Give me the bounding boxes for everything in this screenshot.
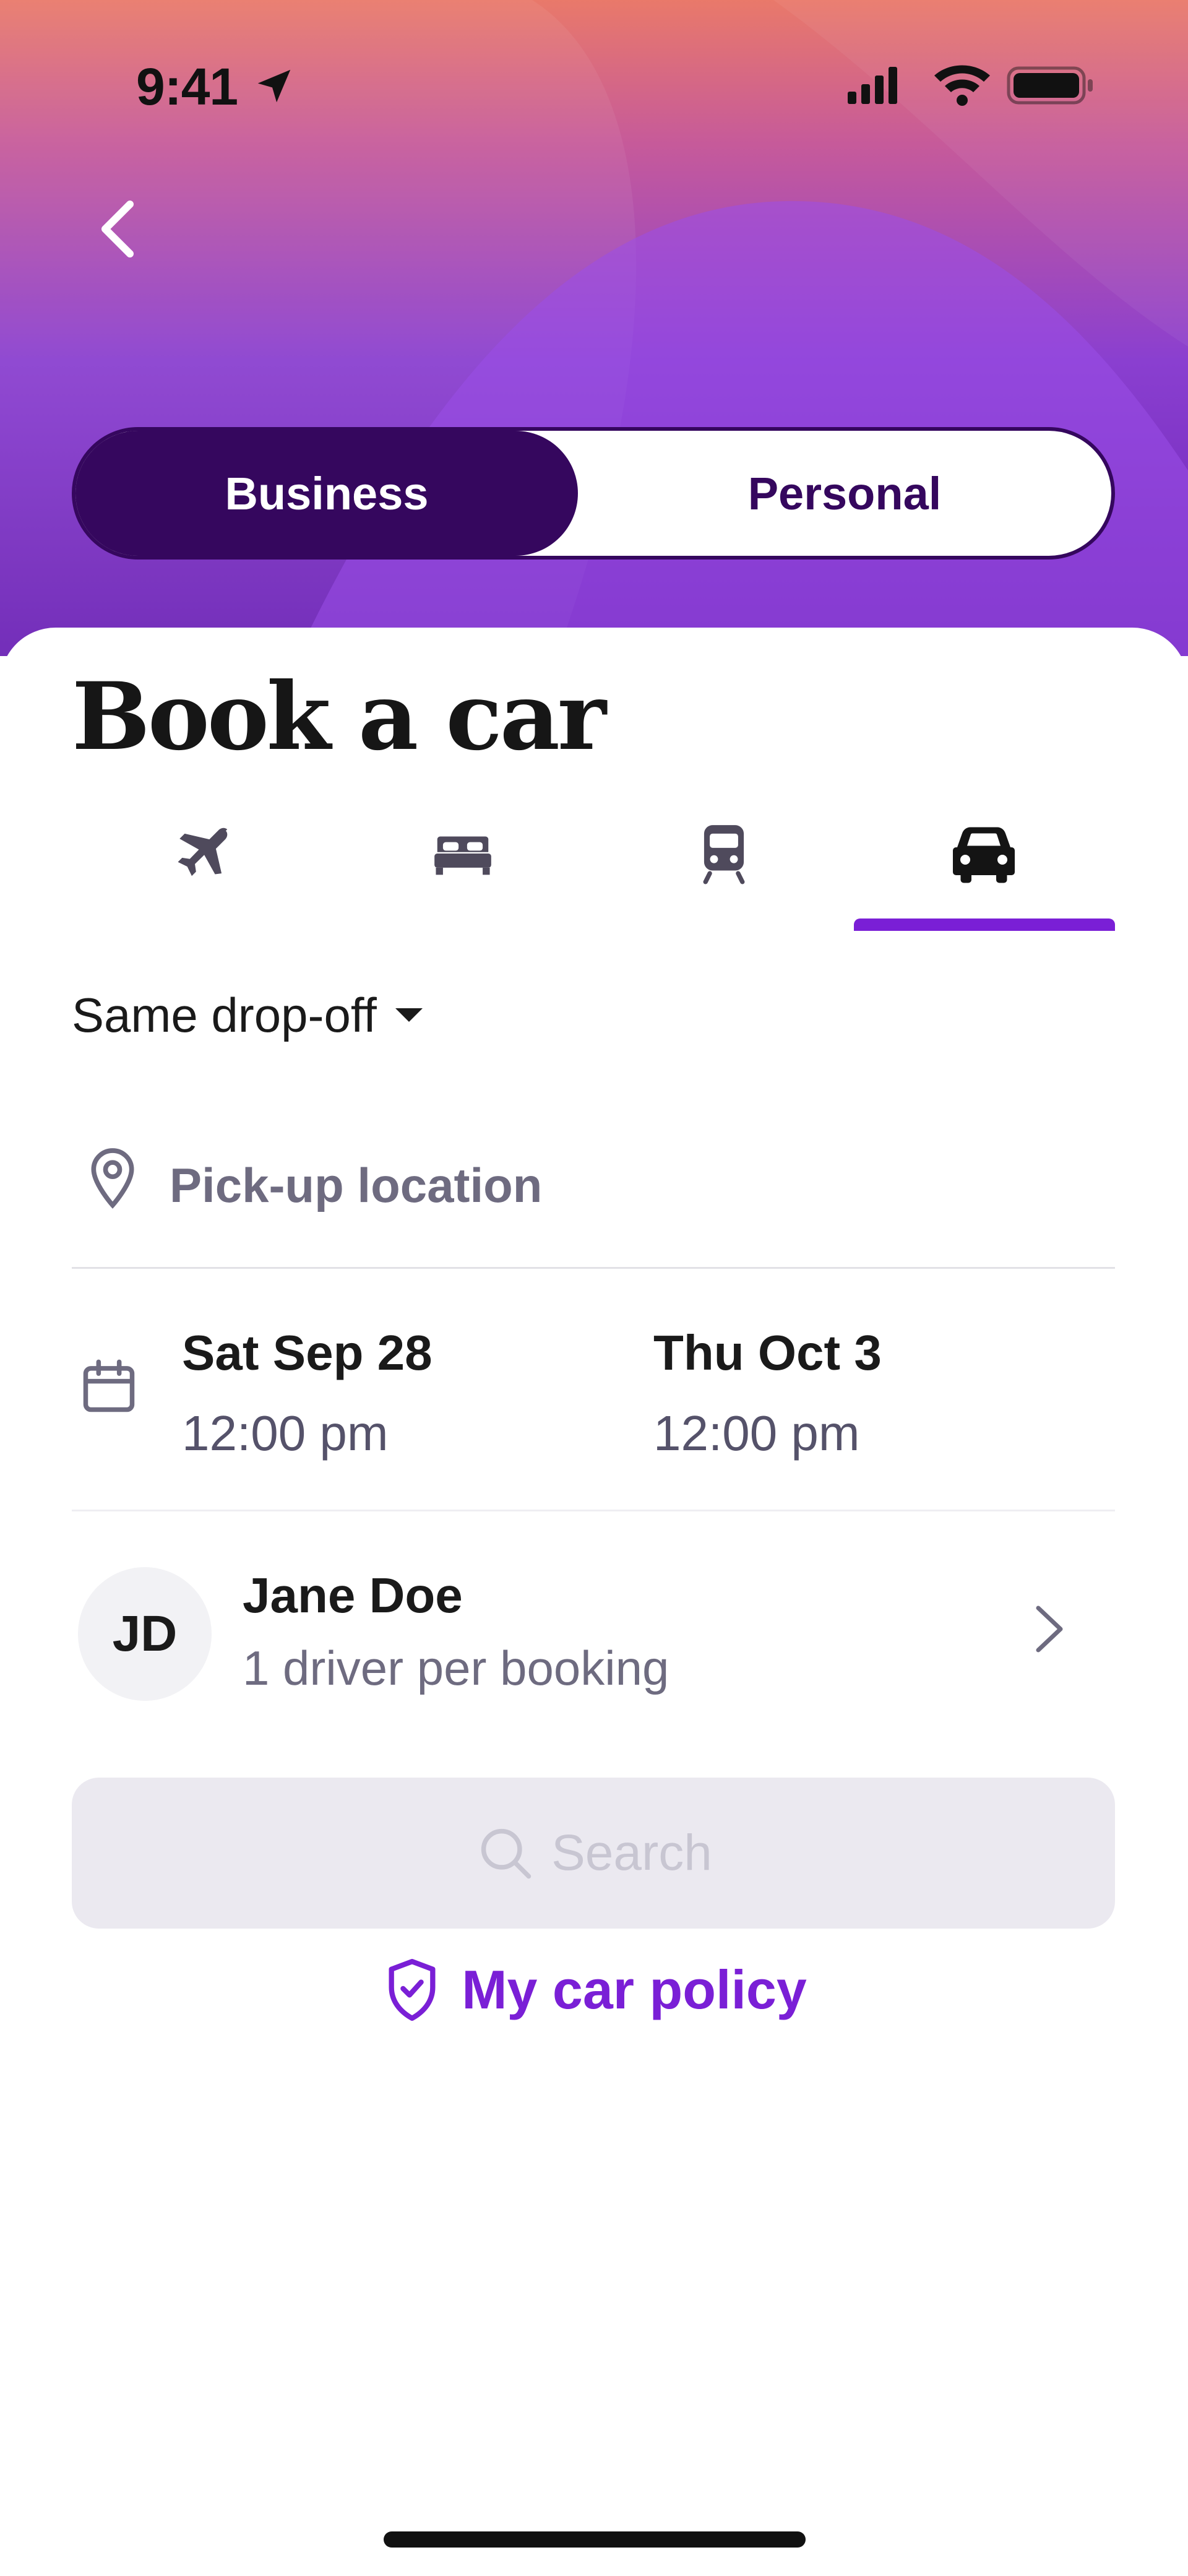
booking-type-tabs <box>72 805 1115 931</box>
tab-trains[interactable] <box>594 805 854 928</box>
driver-subtitle: 1 driver per booking <box>243 1641 669 1695</box>
business-personal-toggle: Business Personal <box>72 427 1115 560</box>
battery-icon <box>1007 66 1093 105</box>
pickup-datetime[interactable]: Sat Sep 28 12:00 pm <box>182 1325 433 1462</box>
car-icon <box>953 827 1015 883</box>
cellular-signal-icon <box>848 67 897 104</box>
status-icons <box>848 65 1093 106</box>
status-time: 9:41 <box>136 58 238 116</box>
driver-selector[interactable]: JD Jane Doe 1 driver per booking <box>72 1511 1115 1747</box>
search-icon <box>481 1828 532 1879</box>
my-car-policy-link[interactable]: My car policy <box>0 1950 1188 2030</box>
tab-cars[interactable] <box>854 805 1114 928</box>
shield-check-icon <box>389 1959 436 2021</box>
dropoff-mode-label: Same drop-off <box>72 987 377 1042</box>
dropoff-mode-dropdown[interactable]: Same drop-off <box>72 984 423 1046</box>
search-button-label: Search <box>551 1825 712 1881</box>
location-arrow-icon <box>257 69 291 103</box>
map-pin-icon <box>91 1148 134 1209</box>
pickup-location-placeholder: Pick-up location <box>170 1158 543 1212</box>
driver-name: Jane Doe <box>243 1568 463 1623</box>
page-title: Book a car <box>72 662 606 771</box>
my-car-policy-label: My car policy <box>462 1959 807 2020</box>
chevron-left-icon <box>101 201 134 257</box>
status-bar: 9:41 <box>0 0 1188 173</box>
dropoff-time: 12:00 pm <box>653 1406 860 1461</box>
tab-hotels[interactable] <box>333 805 593 928</box>
active-tab-indicator <box>854 918 1115 931</box>
dropoff-date: Thu Oct 3 <box>653 1325 882 1380</box>
bed-icon <box>434 836 491 875</box>
wifi-icon <box>934 65 990 106</box>
home-indicator <box>384 2531 806 2548</box>
pickup-date: Sat Sep 28 <box>182 1325 433 1380</box>
segment-personal[interactable]: Personal <box>578 431 1111 556</box>
calendar-icon <box>83 1359 135 1412</box>
pickup-time: 12:00 pm <box>182 1406 389 1461</box>
dropoff-datetime[interactable]: Thu Oct 3 12:00 pm <box>653 1325 882 1462</box>
date-range-field: Sat Sep 28 12:00 pm Thu Oct 3 12:00 pm <box>72 1269 1115 1511</box>
pickup-location-field[interactable]: Pick-up location <box>72 1133 1115 1269</box>
airplane-icon <box>178 828 228 876</box>
avatar: JD <box>78 1567 212 1701</box>
chevron-right-icon <box>1036 1606 1063 1653</box>
back-button[interactable] <box>87 192 148 266</box>
segment-business[interactable]: Business <box>75 431 578 556</box>
search-button[interactable]: Search <box>72 1778 1115 1929</box>
tab-flights[interactable] <box>72 805 332 928</box>
caret-down-icon <box>395 1008 423 1022</box>
train-icon <box>703 825 745 884</box>
